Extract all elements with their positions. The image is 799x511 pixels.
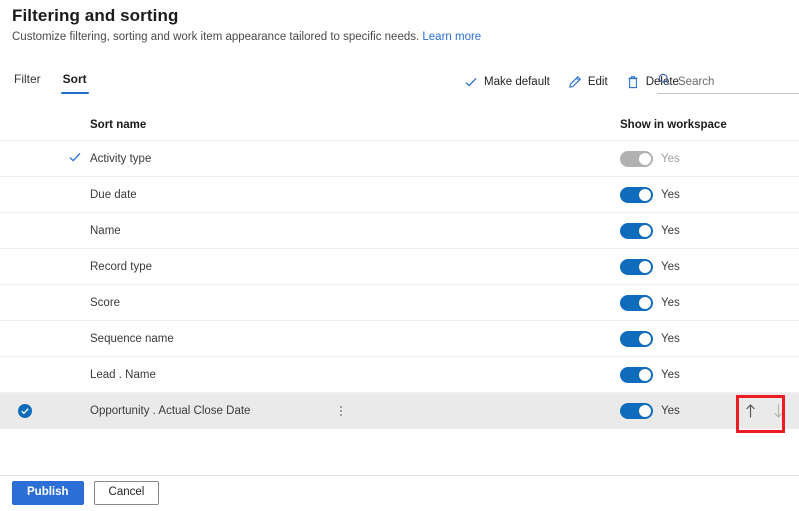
- row-indicator-cell: [0, 150, 90, 167]
- show-in-workspace-cell: Yes: [620, 258, 741, 275]
- make-default-button[interactable]: Make default: [455, 73, 559, 91]
- cancel-button[interactable]: Cancel: [93, 481, 160, 505]
- row-name-cell: Score: [90, 297, 620, 309]
- learn-more-link[interactable]: Learn more: [422, 31, 481, 43]
- show-in-workspace-toggle[interactable]: [620, 294, 653, 311]
- row-name-cell: Sequence name: [90, 333, 620, 345]
- tab-sort[interactable]: Sort: [60, 72, 89, 94]
- tab-filter[interactable]: Filter: [12, 72, 43, 94]
- show-in-workspace-toggle[interactable]: [620, 186, 653, 203]
- arrow-up-icon[interactable]: [741, 402, 760, 420]
- show-in-workspace-toggle[interactable]: [620, 258, 653, 275]
- show-in-workspace-toggle[interactable]: [620, 402, 653, 419]
- publish-button[interactable]: Publish: [12, 481, 84, 505]
- table-header-row: Sort name Show in workspace: [0, 110, 799, 141]
- toggle-value-label: Yes: [661, 296, 680, 309]
- footer-divider: [0, 475, 799, 476]
- table-row[interactable]: Activity type Yes: [0, 141, 799, 177]
- table-row[interactable]: Score Yes: [0, 285, 799, 321]
- sort-name-label: Sequence name: [90, 332, 174, 345]
- show-in-workspace-cell: Yes: [620, 294, 741, 311]
- pencil-icon: [568, 75, 582, 89]
- show-in-workspace-cell: Yes: [620, 366, 741, 383]
- table-row[interactable]: Record type Yes: [0, 249, 799, 285]
- table-row[interactable]: Lead . Name Yes: [0, 357, 799, 393]
- show-in-workspace-toggle[interactable]: [620, 222, 653, 239]
- tab-list: Filter Sort: [12, 72, 89, 94]
- arrow-down-icon: [769, 402, 788, 420]
- row-name-cell: Name: [90, 225, 620, 237]
- toggle-value-label: Yes: [661, 332, 680, 345]
- edit-label: Edit: [587, 76, 608, 88]
- table-row[interactable]: Name Yes: [0, 213, 799, 249]
- sort-name-label: Record type: [90, 260, 153, 273]
- page-subtitle-text: Customize filtering, sorting and work it…: [12, 31, 420, 43]
- filtering-and-sorting-page: Filtering and sorting Customize filterin…: [0, 0, 799, 511]
- toggle-knob: [639, 296, 651, 309]
- row-name-cell: Lead . Name: [90, 369, 620, 381]
- toggle-value-label: Yes: [661, 224, 680, 237]
- search-box[interactable]: [657, 70, 799, 94]
- sort-name-label: Due date: [90, 188, 137, 201]
- default-checkmark-icon: [68, 150, 82, 167]
- show-in-workspace-toggle[interactable]: [620, 366, 653, 383]
- show-in-workspace-cell: Yes: [620, 150, 741, 167]
- table-row[interactable]: Opportunity . Actual Close Date Yes: [0, 393, 799, 429]
- make-default-label: Make default: [484, 76, 550, 88]
- trash-icon: [626, 75, 640, 89]
- toggle-knob: [639, 224, 651, 237]
- footer-actions: Publish Cancel: [12, 481, 160, 505]
- toggle-knob: [639, 404, 651, 417]
- show-in-workspace-toggle: [620, 150, 653, 167]
- row-name-cell: Record type: [90, 261, 620, 273]
- toggle-knob: [639, 188, 651, 201]
- header-sort-name: Sort name: [90, 119, 147, 131]
- toggle-knob: [639, 368, 651, 381]
- table-row[interactable]: Due date Yes: [0, 177, 799, 213]
- page-subtitle: Customize filtering, sorting and work it…: [12, 31, 481, 43]
- toggle-value-label: Yes: [661, 152, 680, 165]
- checkbox-checked-icon[interactable]: [18, 403, 32, 418]
- show-in-workspace-cell: Yes: [620, 330, 741, 347]
- table-body: Activity type Yes Due date Yes Name Yes Record…: [0, 141, 799, 429]
- row-name-cell: Activity type: [90, 153, 620, 165]
- show-in-workspace-toggle[interactable]: [620, 330, 653, 347]
- show-in-workspace-cell: Yes: [620, 402, 741, 419]
- toggle-knob: [639, 152, 651, 165]
- table-row[interactable]: Sequence name Yes: [0, 321, 799, 357]
- header-show-in-workspace: Show in workspace: [620, 119, 727, 131]
- sort-name-label: Activity type: [90, 152, 152, 165]
- sort-table: Sort name Show in workspace Activity typ…: [0, 110, 799, 429]
- toggle-value-label: Yes: [661, 260, 680, 273]
- row-indicator-cell: [0, 403, 90, 418]
- command-bar: Make default Edit Delete: [455, 70, 688, 94]
- toggle-knob: [639, 332, 651, 345]
- sort-name-label: Opportunity . Actual Close Date: [90, 404, 251, 417]
- search-input[interactable]: [678, 75, 786, 88]
- toggle-value-label: Yes: [661, 188, 680, 201]
- page-title: Filtering and sorting: [12, 6, 179, 25]
- search-icon: [657, 72, 671, 91]
- checkmark-icon: [464, 75, 478, 89]
- show-in-workspace-cell: Yes: [620, 186, 741, 203]
- edit-button[interactable]: Edit: [559, 73, 617, 91]
- sort-name-label: Score: [90, 296, 121, 309]
- toggle-value-label: Yes: [661, 404, 680, 417]
- row-name-cell: Opportunity . Actual Close Date: [90, 405, 620, 417]
- show-in-workspace-cell: Yes: [620, 222, 741, 239]
- toggle-knob: [639, 260, 651, 273]
- reorder-cell: [741, 402, 799, 420]
- row-name-cell: Due date: [90, 189, 620, 201]
- sort-name-label: Lead . Name: [90, 368, 156, 381]
- toggle-value-label: Yes: [661, 368, 680, 381]
- sort-name-label: Name: [90, 224, 121, 237]
- more-vertical-icon[interactable]: [336, 403, 346, 419]
